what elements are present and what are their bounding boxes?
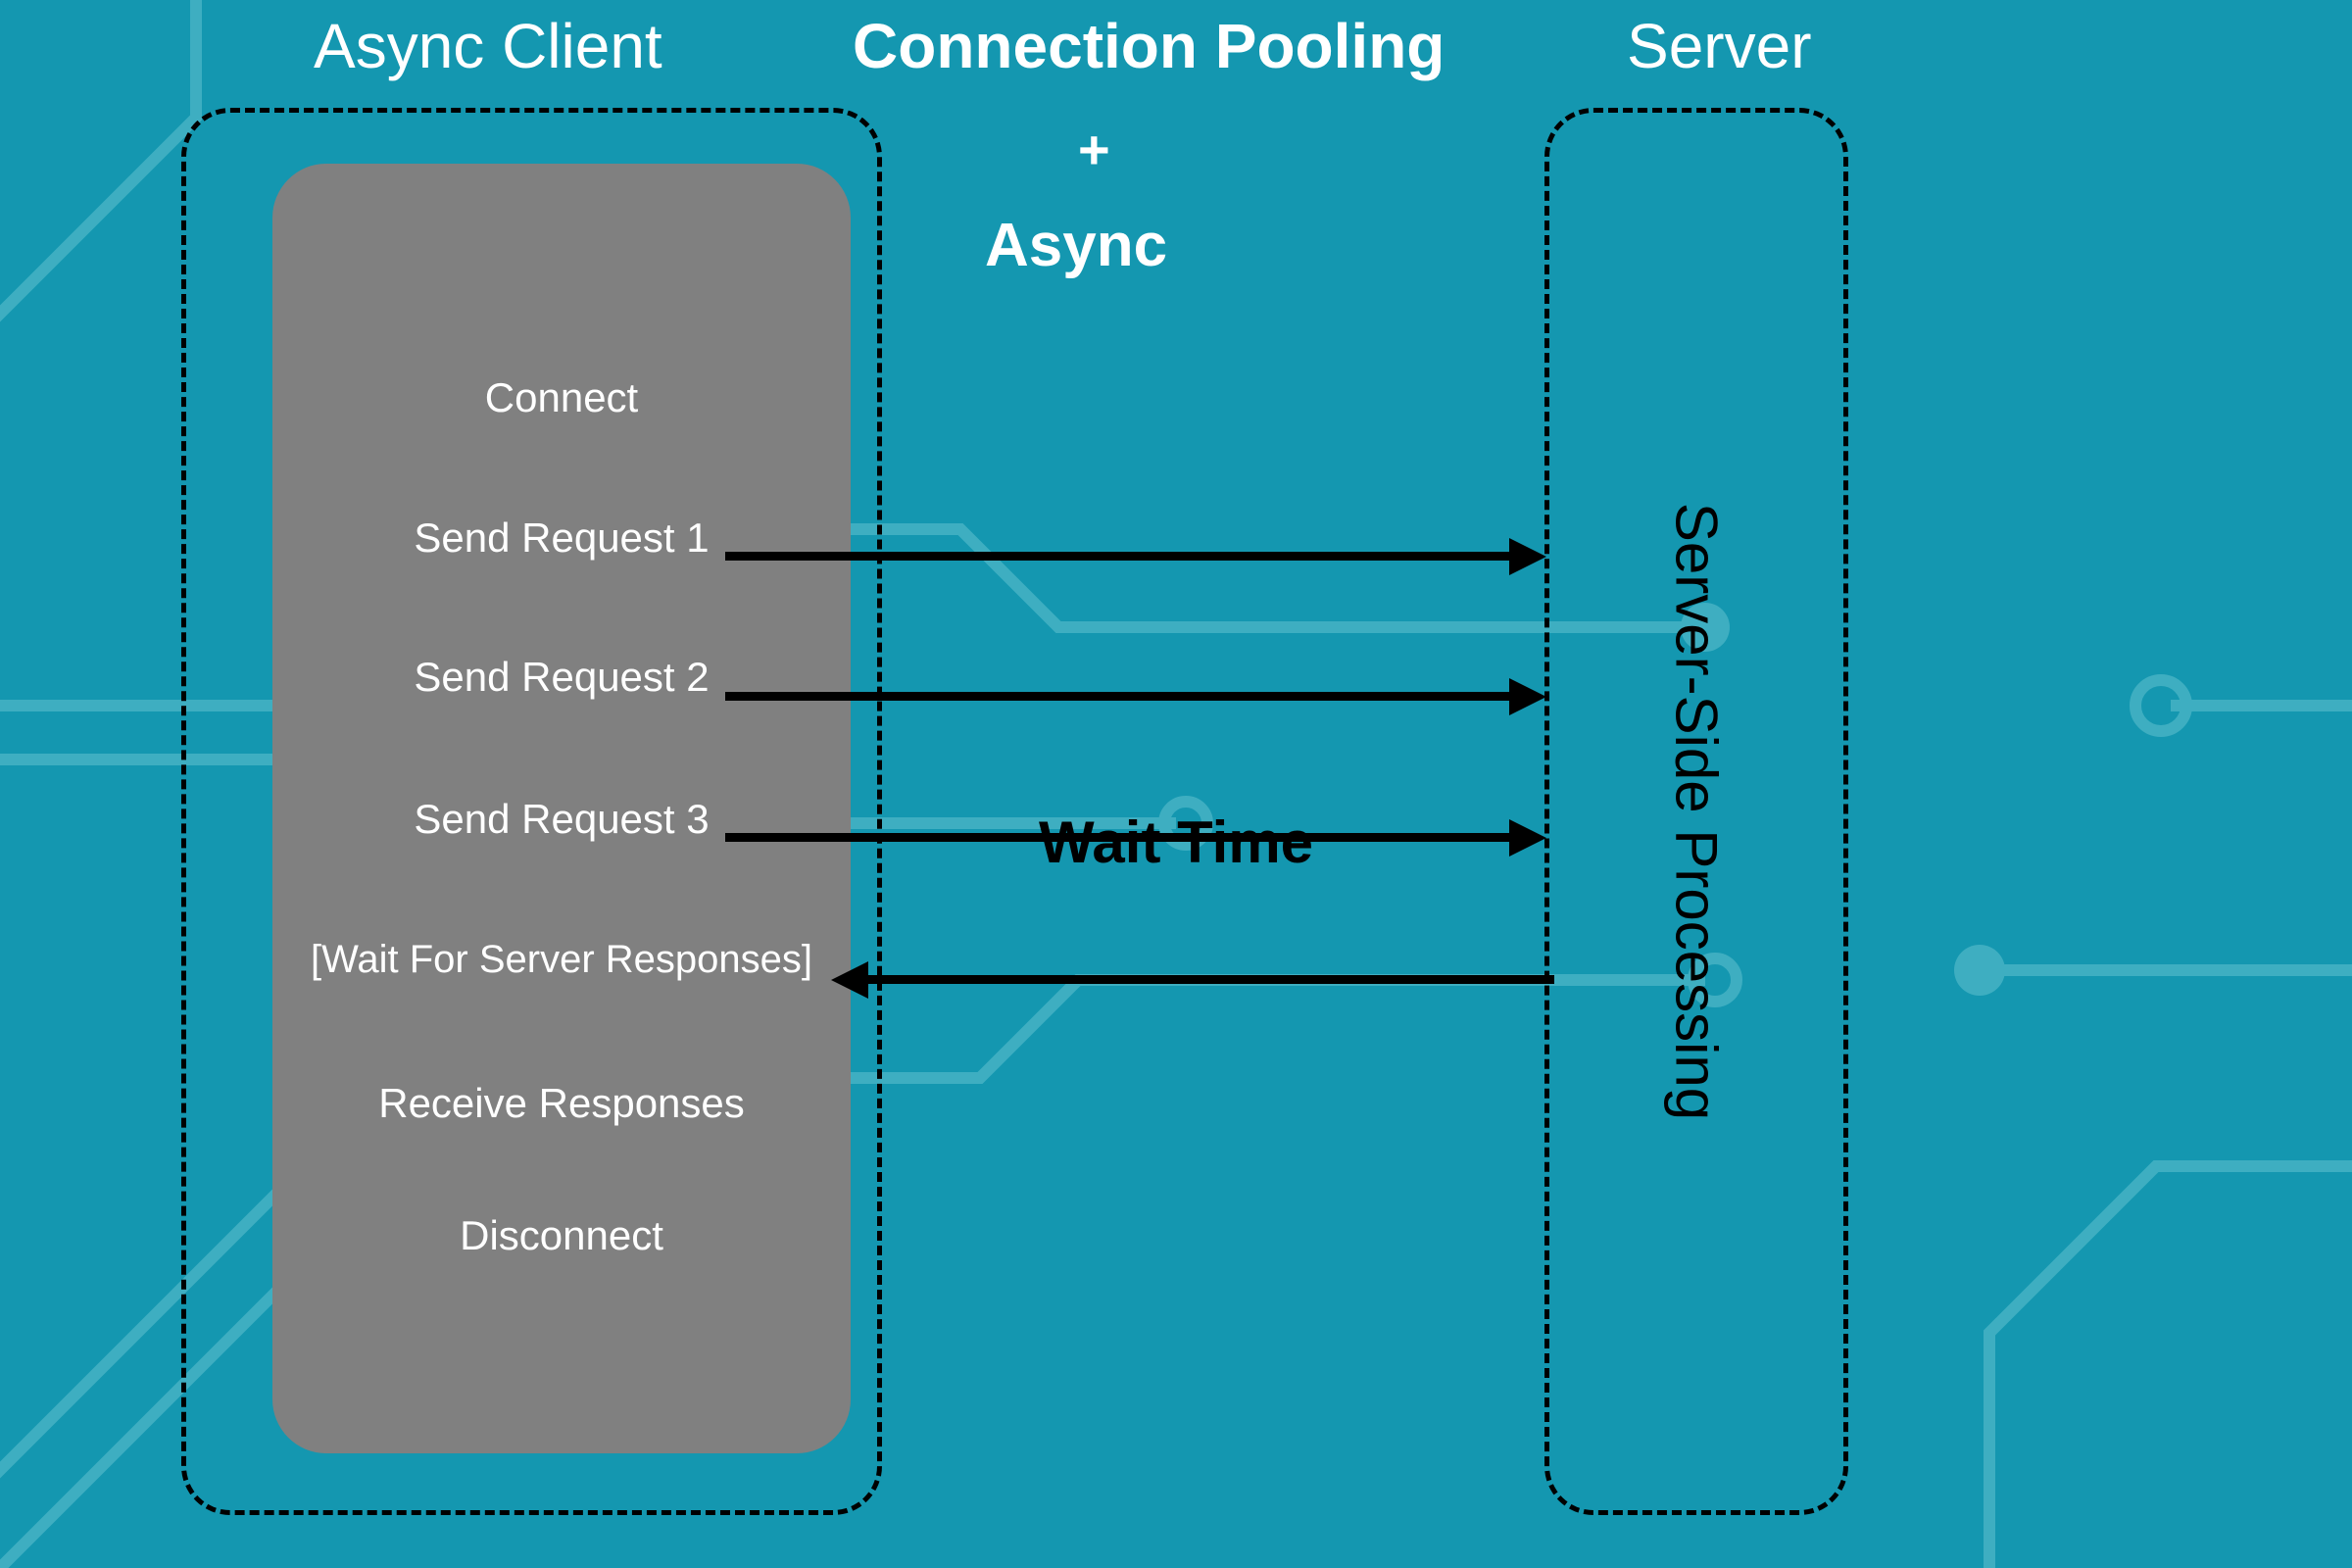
step-wait-responses: [Wait For Server Responses] [272, 938, 851, 982]
step-disconnect: Disconnect [272, 1212, 851, 1259]
wait-time-label: Wait Time [1039, 808, 1313, 876]
step-receive-responses: Receive Responses [272, 1080, 851, 1127]
plus-symbol: + [1078, 118, 1110, 181]
header-async-sub: Async [985, 211, 1167, 280]
client-steps-panel: Connect Send Request 1 Send Request 2 Se… [272, 164, 851, 1453]
header-server: Server [1627, 10, 1812, 82]
header-connection-pooling: Connection Pooling [853, 10, 1445, 82]
header-async-client: Async Client [314, 10, 662, 82]
step-connect: Connect [272, 374, 851, 421]
server-container: Server-Side Processing [1544, 108, 1848, 1515]
server-side-processing-label: Server-Side Processing [1663, 503, 1731, 1120]
